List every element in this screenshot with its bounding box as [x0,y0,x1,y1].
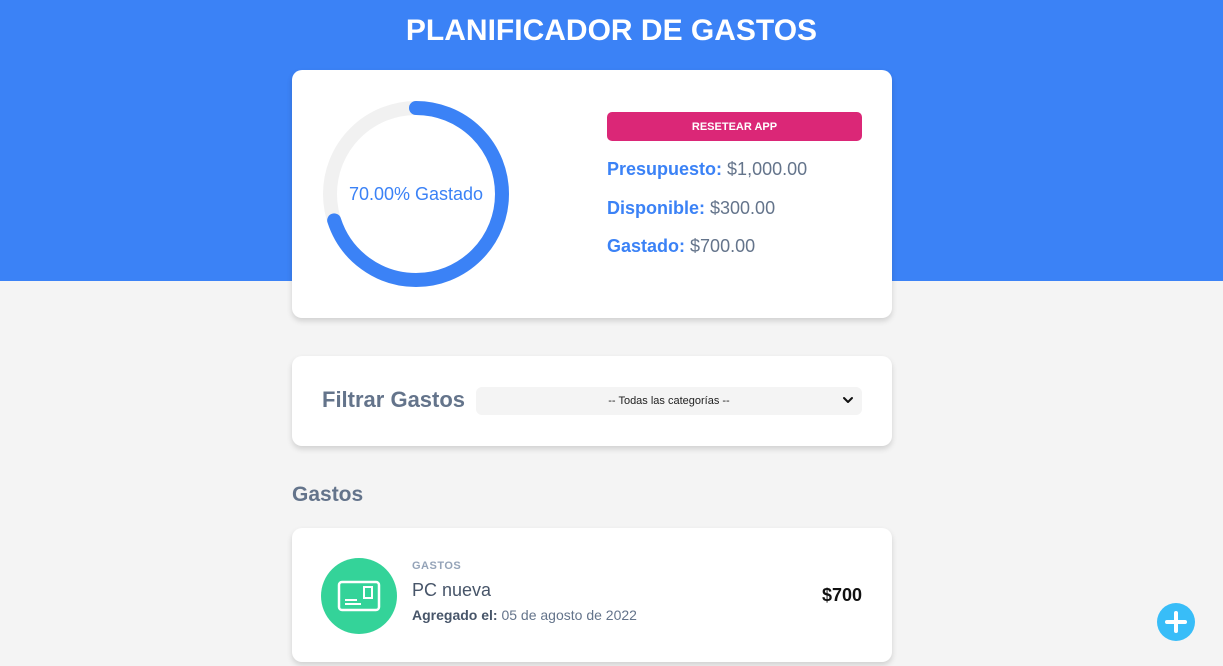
stat-available: Disponible: $300.00 [607,198,775,219]
stat-available-value: $300.00 [710,198,776,218]
progress-label: 70.00% Gastado [348,183,484,204]
stat-spent-value: $700.00 [690,236,756,256]
expense-item[interactable]: Gastos PC nueva Agregado el: 05 de agost… [292,528,892,662]
chevron-down-icon [843,397,853,403]
stat-budget: Presupuesto: $1,000.00 [607,159,807,180]
filter-card: Filtrar Gastos -- Todas las categorías -… [292,356,892,446]
expense-date: Agregado el: 05 de agosto de 2022 [412,607,637,623]
category-filter-select[interactable]: -- Todas las categorías -- [476,387,862,415]
page-title: PLANIFICADOR DE GASTOS [405,14,818,47]
filter-label: Filtrar Gastos [322,387,466,412]
stat-spent: Gastado: $700.00 [607,236,755,257]
add-expense-button[interactable] [1157,603,1195,641]
stat-budget-value: $1,000.00 [727,159,808,179]
expense-category: Gastos [412,560,462,572]
progress-ring: 70.00% Gastado [322,100,510,288]
budget-card: 70.00% Gastado Resetear App Presupuesto:… [292,70,892,318]
expense-date-value: 05 de agosto de 2022 [501,607,637,623]
expense-date-label: Agregado el: [412,607,498,623]
stat-budget-label: Presupuesto: [607,159,723,179]
plus-icon [1165,611,1187,633]
stat-available-label: Disponible: [607,198,705,218]
stat-spent-label: Gastado: [607,236,686,256]
expense-name: PC nueva [412,580,492,600]
expenses-section-title: Gastos [292,483,364,506]
expense-amount: $700 [821,585,862,605]
expense-card-icon [321,558,397,634]
reset-app-button[interactable]: Resetear App [607,112,862,141]
category-filter-value: -- Todas las categorías -- [608,395,730,407]
